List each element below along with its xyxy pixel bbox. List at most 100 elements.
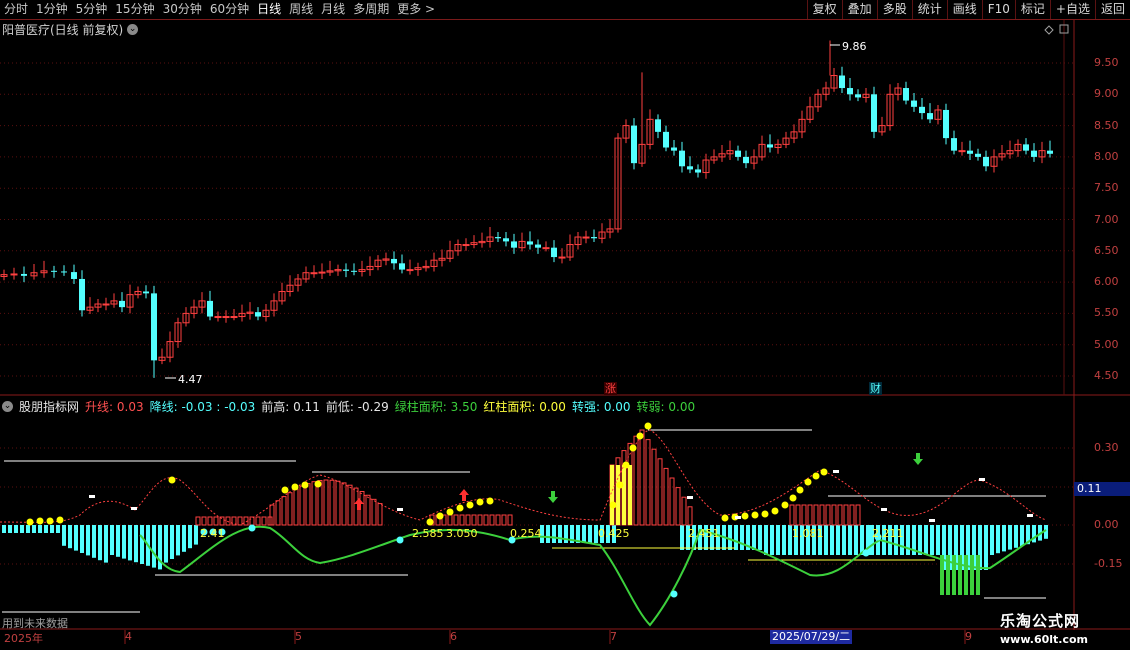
event-marker (833, 470, 839, 473)
histogram-bar-down (854, 525, 858, 555)
signal-dot (751, 511, 759, 519)
histogram-bar-down (1020, 525, 1024, 546)
histogram-bar-down (194, 525, 198, 545)
signal-dot (781, 501, 789, 509)
histogram-bar-down (1008, 525, 1012, 550)
candle-body-down (655, 119, 661, 132)
watermark-name: 乐淘公式网 (1000, 612, 1081, 630)
indicator-item-label: 前高: (261, 400, 290, 414)
signal-dot (486, 497, 494, 505)
signal-dot (281, 486, 289, 494)
histogram-bar-up (207, 516, 213, 526)
histogram-bar-down (824, 525, 828, 555)
histogram-bar-up (225, 516, 231, 526)
candle-body-up (542, 247, 550, 250)
histogram-bar-down (984, 525, 988, 570)
histogram-bar-up (293, 488, 299, 526)
candle-body-down (871, 94, 877, 132)
histogram-bar-down (128, 525, 132, 561)
histogram-bar-down (1002, 525, 1006, 552)
histogram-bar-down (1014, 525, 1018, 548)
histogram-bar-up (447, 514, 453, 526)
chevron-down-icon[interactable]: ⌄ (2, 401, 13, 412)
signal-dot (771, 507, 779, 515)
histogram-bar-up (341, 482, 347, 526)
histogram-bar-down (74, 525, 78, 551)
histogram-bar-down (588, 525, 592, 543)
low-price-label: 4.47 (178, 373, 203, 386)
histogram-bar-up (237, 516, 243, 526)
signal-dot (301, 481, 309, 489)
selected-date: 2025/07/29/二 (770, 630, 853, 644)
histogram-bar-up (213, 516, 219, 526)
histogram-bar-down (122, 525, 126, 559)
indicator-item-value: -0.03 : -0.03 (177, 400, 256, 414)
histogram-bar-up (483, 514, 489, 526)
up-arrow-icon (354, 498, 364, 510)
signal-dot (466, 501, 474, 509)
histogram-bar-down (848, 525, 852, 555)
candle-body-up (318, 271, 326, 274)
price-tick-label: 6.00 (1094, 275, 1119, 289)
histogram-bar-up (249, 516, 255, 526)
histogram-bar-up (807, 504, 813, 526)
histogram-bar-down (20, 525, 24, 533)
candle-body-down (943, 109, 949, 139)
indicator-item-label: 转强: (571, 400, 600, 414)
candle-body-down (695, 169, 701, 173)
histogram-bar-up (681, 496, 687, 526)
candle-body-up (406, 269, 414, 272)
signal-dot (741, 512, 749, 520)
signal-dot-cyan (670, 590, 678, 598)
indicator-item-label: 前低: (325, 400, 354, 414)
histogram-bar-down (2, 525, 6, 533)
price-tick-label: 5.50 (1094, 306, 1119, 320)
histogram-bar-down (98, 525, 102, 561)
candle-body-down (119, 300, 125, 308)
histogram-bar-down (558, 525, 562, 543)
indicator-tick-label: -0.15 (1094, 557, 1123, 570)
histogram-bar-green (940, 555, 944, 595)
histogram-bar-down (830, 525, 834, 555)
month-label: 6 (450, 630, 457, 643)
candle-body-down (207, 300, 213, 317)
histogram-bar-up (453, 514, 459, 526)
candle-body-down (61, 271, 67, 273)
candle-body-down (743, 156, 749, 164)
signal-dot (36, 517, 44, 525)
event-marker (687, 496, 693, 499)
signal-dot (56, 516, 64, 524)
histogram-bar-up (501, 514, 507, 526)
candle-body-down (927, 113, 933, 120)
signal-dot (168, 476, 176, 484)
histogram-bar-green (976, 555, 980, 595)
event-marker (397, 508, 403, 511)
candle-body-down (551, 247, 557, 258)
histogram-bar-down (770, 525, 774, 555)
histogram-bar-up (377, 503, 383, 526)
histogram-bar-down (842, 525, 846, 555)
histogram-bar-down (152, 525, 156, 568)
histogram-bar-down (26, 525, 30, 533)
histogram-bar-green (964, 555, 968, 595)
indicator-item: 前低: -0.29 (326, 398, 389, 415)
signal-dot-cyan (862, 549, 870, 557)
candle-body-down (591, 237, 597, 239)
indicator-value-label: 0.254 (510, 527, 542, 540)
histogram-bar-up (825, 504, 831, 526)
histogram-bar-down (776, 525, 780, 555)
candle-body-down (1031, 150, 1037, 157)
indicator-name: 股朋指标网 (19, 400, 80, 414)
histogram-bar-up (365, 494, 371, 526)
candle-body-down (903, 88, 909, 101)
indicator-item-value: 0.00 (535, 400, 566, 414)
indicator-value-label: 1.081 (792, 527, 824, 540)
histogram-bar-up (675, 487, 681, 526)
candle-body-down (79, 278, 85, 311)
signal-dot (789, 494, 797, 502)
signal-dot (804, 478, 812, 486)
histogram-bar-down (170, 525, 174, 559)
signal-dot (26, 518, 34, 526)
histogram-bar-up (471, 514, 477, 526)
signal-dot (476, 498, 484, 506)
